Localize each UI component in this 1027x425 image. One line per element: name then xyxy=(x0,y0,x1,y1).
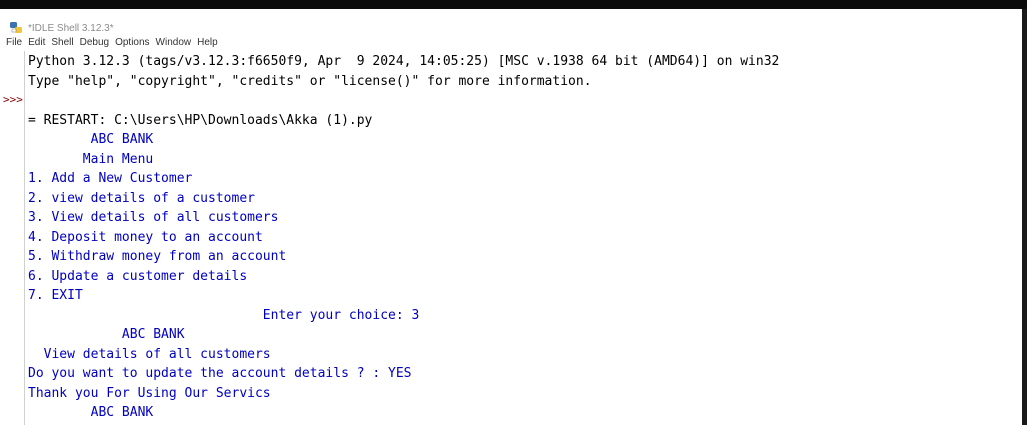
shell-line: 3. View details of all customers xyxy=(28,210,279,225)
menu-help[interactable]: Help xyxy=(194,37,221,49)
shell-line: 4. Deposit money to an account xyxy=(28,229,263,245)
shell-line: View details of all customers xyxy=(28,346,271,362)
menu-shell[interactable]: Shell xyxy=(48,37,76,49)
shell-line: 5. Withdraw money from an account xyxy=(28,249,287,264)
python-idle-icon xyxy=(10,22,22,33)
shell-prompt: >>> xyxy=(3,93,23,106)
shell-line: Main Menu xyxy=(28,151,154,167)
shell-line: 6. Update a customer details xyxy=(28,268,248,284)
window-title: *IDLE Shell 3.12.3* xyxy=(28,23,114,34)
shell-line: = RESTART: C:\Users\HP\Downloads\Akka (1… xyxy=(28,112,373,128)
prompt-gutter: >>> xyxy=(0,51,24,425)
shell-line: ABC BANK xyxy=(28,327,185,342)
gutter-divider xyxy=(24,51,25,425)
menu-file[interactable]: File xyxy=(0,37,25,49)
shell-line: Enter your choice: 3 xyxy=(28,307,420,323)
menu-options[interactable]: Options xyxy=(112,37,152,49)
shell-line: ABC BANK xyxy=(28,405,154,420)
window-top-edge xyxy=(0,0,1027,9)
window-right-edge xyxy=(1022,9,1027,425)
shell-line: ABC BANK xyxy=(28,132,154,147)
menu-bar: File Edit Shell Debug Options Window Hel… xyxy=(0,35,1027,51)
shell-line: Type "help", "copyright", "credits" or "… xyxy=(28,73,592,89)
menu-edit[interactable]: Edit xyxy=(25,37,48,49)
shell-line: Do you want to update the account detail… xyxy=(28,366,412,381)
title-bar[interactable]: *IDLE Shell 3.12.3* xyxy=(0,9,1027,35)
shell-output-area[interactable]: Python 3.12.3 (tags/v3.12.3:f6650f9, Apr… xyxy=(28,52,1023,425)
shell-line: Thank you For Using Our Servics xyxy=(28,385,271,401)
menu-debug[interactable]: Debug xyxy=(77,37,112,49)
shell-line: 7. EXIT xyxy=(28,288,83,303)
shell-line: Python 3.12.3 (tags/v3.12.3:f6650f9, Apr… xyxy=(28,54,780,69)
shell-line: 2. view details of a customer xyxy=(28,190,255,206)
menu-window[interactable]: Window xyxy=(153,37,195,49)
shell-line: 1. Add a New Customer xyxy=(28,171,193,186)
